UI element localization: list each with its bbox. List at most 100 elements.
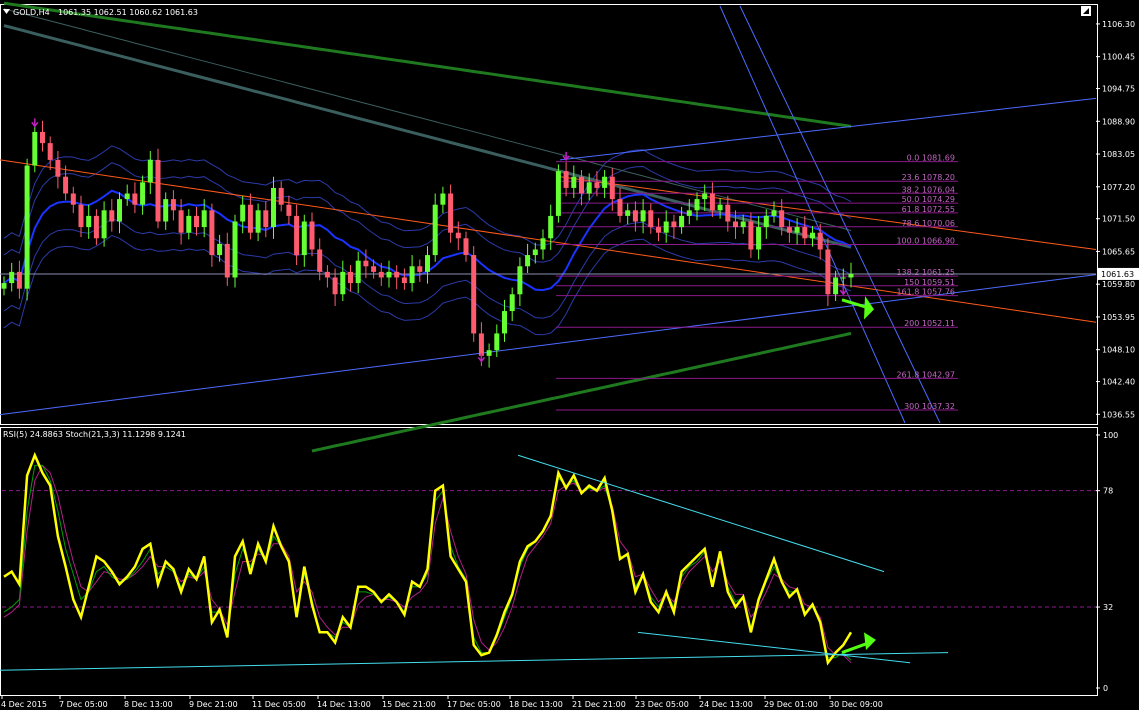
candle-body xyxy=(509,294,515,312)
time-tick-label: 7 Dec 05:00 xyxy=(59,700,108,709)
candle-body xyxy=(748,221,754,250)
candle-body xyxy=(448,193,454,233)
time-tick-label: 29 Dec 01:00 xyxy=(764,700,818,709)
candle-body xyxy=(740,221,746,228)
candle-body xyxy=(486,350,492,356)
candle-body xyxy=(170,199,176,211)
indicator-title: RSI(5) 24.8863 Stoch(21,3,3) 11.1298 9.1… xyxy=(3,430,186,439)
candle-body xyxy=(848,273,854,278)
candle-body xyxy=(332,277,338,295)
fib-level-label: 200 1052.11 xyxy=(904,319,955,328)
candle-body xyxy=(471,255,477,334)
candle-body xyxy=(286,204,292,216)
candle-body xyxy=(147,159,153,183)
candle-body xyxy=(340,271,346,295)
candle-body xyxy=(779,210,785,228)
candle-body xyxy=(810,232,815,239)
candle-body xyxy=(309,221,315,250)
indicator-tick-label: 100 xyxy=(1103,431,1118,440)
candle-body xyxy=(632,210,638,222)
candle-body xyxy=(833,277,839,295)
candle-body xyxy=(401,277,407,284)
price-tick-label: 1083.05 xyxy=(1102,150,1135,159)
current-price-label: 1061.63 xyxy=(1101,270,1134,279)
price-tick-label: 1077.20 xyxy=(1102,183,1135,192)
candle-body xyxy=(425,255,430,272)
candle-body xyxy=(525,255,531,267)
candle-body xyxy=(63,176,69,194)
fib-level-label: 100.0 1066.90 xyxy=(896,236,955,245)
candle-body xyxy=(278,187,284,205)
candle-body xyxy=(663,221,669,233)
candle-body xyxy=(109,210,115,222)
candle-body xyxy=(378,271,384,278)
candle-body xyxy=(733,221,738,228)
candle-body xyxy=(178,210,184,233)
candle-body xyxy=(517,266,523,295)
candle-body xyxy=(771,210,777,216)
candle-body xyxy=(694,199,700,211)
candle-body xyxy=(671,221,677,228)
candle-body xyxy=(93,215,99,239)
price-tick-label: 1094.75 xyxy=(1102,85,1135,94)
candle-body xyxy=(455,232,461,239)
candle-body xyxy=(40,131,45,144)
candle-body xyxy=(756,227,762,250)
time-tick-label: 14 Dec 13:00 xyxy=(317,700,371,709)
time-tick-label: 4 Dec 2015 xyxy=(1,700,47,709)
candle-body xyxy=(555,171,561,216)
candle-body xyxy=(825,249,831,295)
candle-body xyxy=(86,215,92,228)
time-tick-label: 8 Dec 13:00 xyxy=(124,700,173,709)
indicator-tick-label: 32 xyxy=(1103,603,1113,612)
fib-level-label: 261.8 1042.97 xyxy=(896,370,955,379)
candle-body xyxy=(232,221,238,278)
candle-body xyxy=(348,271,353,284)
candle-body xyxy=(271,187,276,228)
candle-body xyxy=(32,131,38,166)
chart-window[interactable]: 0.0 1081.69 23.6 1078.20 38.2 1076.0450.0 … xyxy=(0,0,1139,710)
candle-body xyxy=(47,143,53,160)
price-tick-label: 1088.90 xyxy=(1102,117,1135,126)
time-tick-label: 9 Dec 21:00 xyxy=(189,700,238,709)
candle-body xyxy=(209,210,215,256)
candle-body xyxy=(224,243,230,278)
time-tick-label: 24 Dec 13:00 xyxy=(699,700,753,709)
candle-body xyxy=(463,238,469,256)
price-tick-label: 1036.55 xyxy=(1102,410,1135,419)
candle-body xyxy=(194,215,199,228)
price-tick-label: 1065.65 xyxy=(1102,247,1135,256)
candle-body xyxy=(817,232,823,250)
fib-level-label: 0.0 1081.69 xyxy=(907,154,955,163)
candle-body xyxy=(802,227,808,239)
candle-body xyxy=(717,204,723,211)
candle-body xyxy=(355,260,361,284)
candle-body xyxy=(78,204,84,228)
candle-body xyxy=(55,159,61,177)
candle-body xyxy=(317,249,323,272)
candle-body xyxy=(155,159,161,222)
candle-body xyxy=(140,182,146,205)
candle-body xyxy=(548,215,554,239)
candle-body xyxy=(1,283,7,289)
candle-body xyxy=(586,182,592,194)
fib-level-label: 138.2 1061.25 xyxy=(896,268,955,277)
candle-body xyxy=(794,227,800,233)
price-tick-label: 1042.40 xyxy=(1102,378,1135,387)
candle-body xyxy=(502,311,507,334)
candle-body xyxy=(16,271,22,289)
candle-body xyxy=(363,260,369,267)
candle-body xyxy=(24,165,30,289)
window-corner-icon[interactable] xyxy=(1081,6,1091,16)
fib-level-label: 78.6 1070.06 xyxy=(902,219,955,228)
candle-body xyxy=(417,266,423,272)
candle-body xyxy=(594,182,600,188)
symbol-label: GOLD,H4 xyxy=(13,8,50,17)
candle-body xyxy=(432,204,438,256)
candle-body xyxy=(394,271,400,278)
time-tick-label: 23 Dec 05:00 xyxy=(635,700,689,709)
candle-body xyxy=(656,227,661,233)
candle-body xyxy=(532,249,538,256)
price-tick-label: 1053.95 xyxy=(1102,313,1135,322)
fib-level-label: 38.2 1076.04 xyxy=(902,185,955,194)
